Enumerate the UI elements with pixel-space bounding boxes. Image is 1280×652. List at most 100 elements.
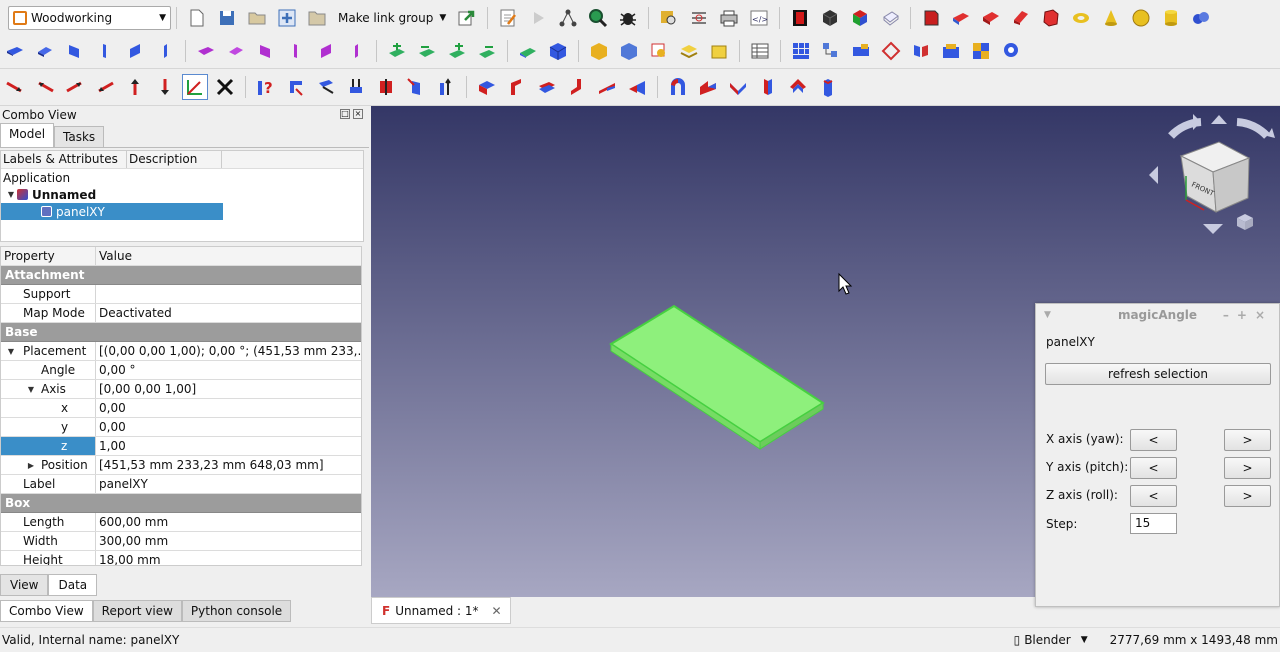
tab-report-view[interactable]: Report view xyxy=(92,600,182,622)
y-axis-prev-button[interactable]: < xyxy=(1130,457,1177,479)
truck-icon[interactable] xyxy=(849,39,873,63)
red-slab-icon[interactable] xyxy=(979,6,1003,30)
panel-stack-icon[interactable] xyxy=(535,75,559,99)
new-document-icon[interactable] xyxy=(185,6,209,30)
panel-yz-icon[interactable] xyxy=(123,39,147,63)
add-icon[interactable] xyxy=(275,6,299,30)
tab-view[interactable]: View xyxy=(0,574,49,596)
prop-label-value[interactable]: panelXY xyxy=(96,477,361,491)
expand-arrow-icon[interactable]: ▶ xyxy=(25,461,37,470)
link-icon[interactable] xyxy=(455,6,479,30)
add-shelf-3-icon[interactable] xyxy=(445,39,469,63)
angle-icon[interactable] xyxy=(182,74,208,100)
tree-icon[interactable] xyxy=(819,39,843,63)
color-panel-icon[interactable] xyxy=(788,6,812,30)
prop-row-map-mode[interactable]: Map Mode Deactivated xyxy=(1,304,361,323)
panel-zy-icon[interactable] xyxy=(153,39,177,63)
tab-tasks[interactable]: Tasks xyxy=(54,126,105,147)
copy-panel-icon[interactable] xyxy=(647,39,671,63)
magic-panel-xy-icon[interactable] xyxy=(194,39,218,63)
panel-xy-icon[interactable] xyxy=(3,39,27,63)
prop-row-x[interactable]: x 0,00 xyxy=(1,399,361,418)
move-edge-icon[interactable] xyxy=(314,75,338,99)
grid-icon[interactable] xyxy=(789,39,813,63)
prop-placement-value[interactable]: [(0,00 0,00 1,00); 0,00 °; (451,53 mm 23… xyxy=(96,344,361,358)
cut-box-icon[interactable] xyxy=(587,39,611,63)
corner-move-icon[interactable] xyxy=(284,75,308,99)
add-shelf-4-icon[interactable] xyxy=(475,39,499,63)
rotate-panel-icon[interactable] xyxy=(404,75,428,99)
arch-icon[interactable] xyxy=(666,75,690,99)
prop-header-property[interactable]: Property xyxy=(1,247,96,265)
add-shelf-icon[interactable] xyxy=(385,39,409,63)
red-block-icon[interactable] xyxy=(1039,6,1063,30)
panel-xy-3d[interactable] xyxy=(609,304,825,450)
save-icon[interactable] xyxy=(215,6,239,30)
folder-icon[interactable] xyxy=(305,6,329,30)
make-link-group-dropdown[interactable]: Make link group ▼ xyxy=(338,11,446,25)
zoom-icon[interactable] xyxy=(586,6,610,30)
flip-panel-icon[interactable] xyxy=(516,39,540,63)
magic-panel-yz-icon[interactable] xyxy=(314,39,338,63)
prop-y-value[interactable]: 0,00 xyxy=(96,420,361,434)
z-axis-prev-button[interactable]: < xyxy=(1130,485,1177,507)
step-input[interactable]: 15 xyxy=(1130,513,1177,534)
red-panel-icon[interactable] xyxy=(1009,6,1033,30)
menu-down-icon[interactable]: ▼ xyxy=(1044,310,1051,320)
prop-group-box[interactable]: Box xyxy=(1,494,361,513)
navigation-style-selector[interactable]: ▯ Blender ▼ xyxy=(1014,633,1088,647)
float-icon[interactable]: □ xyxy=(340,109,350,119)
prop-z-value[interactable]: 1,00 xyxy=(96,439,361,453)
prop-row-length[interactable]: Length 600,00 mm xyxy=(1,513,361,532)
wireframe-icon[interactable] xyxy=(878,6,902,30)
boolean-icon[interactable] xyxy=(1189,6,1213,30)
move-up-icon[interactable] xyxy=(344,75,368,99)
open-icon[interactable] xyxy=(245,6,269,30)
prop-row-label[interactable]: Label panelXY xyxy=(1,475,361,494)
arrow-down-left-icon[interactable] xyxy=(93,75,117,99)
prop-row-position[interactable]: ▶ Position [451,53 mm 233,23 mm 648,03 mm… xyxy=(1,456,361,475)
vertical-join-icon[interactable] xyxy=(756,75,780,99)
window-controls-icon[interactable]: –+× xyxy=(1223,308,1273,322)
tall-panel-icon[interactable] xyxy=(816,75,840,99)
panel-yx-icon[interactable] xyxy=(33,39,57,63)
prop-group-attachment[interactable]: Attachment xyxy=(1,266,361,285)
inspect-icon[interactable] xyxy=(657,6,681,30)
miter-icon[interactable] xyxy=(696,75,720,99)
x-axis-prev-button[interactable]: < xyxy=(1130,429,1177,451)
slant-panel-icon[interactable] xyxy=(595,75,619,99)
prop-position-value[interactable]: [451,53 mm 233,23 mm 648,03 mm] xyxy=(96,458,361,472)
magic-panel-yx-icon[interactable] xyxy=(224,39,248,63)
chevron-join-icon[interactable] xyxy=(726,75,750,99)
prop-row-z[interactable]: z 1,00 xyxy=(1,437,361,456)
workbench-selector[interactable]: Woodworking ▼ xyxy=(8,5,171,30)
document-tab[interactable]: F Unnamed : 1* ✕ xyxy=(371,597,511,624)
close-x-icon[interactable] xyxy=(213,75,237,99)
arrow-up-left-icon[interactable] xyxy=(33,75,57,99)
people-icon[interactable] xyxy=(939,39,963,63)
dark-cube-icon[interactable] xyxy=(818,6,842,30)
red-box-icon[interactable] xyxy=(919,6,943,30)
bug-icon[interactable] xyxy=(616,6,640,30)
tab-python-console[interactable]: Python console xyxy=(181,600,292,622)
prop-row-axis[interactable]: ▼ Axis [0,00 0,00 1,00] xyxy=(1,380,361,399)
torus-icon[interactable] xyxy=(1069,6,1093,30)
tree-header-labels[interactable]: Labels & Attributes xyxy=(1,151,127,168)
corner-blue-red-icon[interactable] xyxy=(475,75,499,99)
yellow-box-icon[interactable] xyxy=(707,39,731,63)
prop-mapmode-value[interactable]: Deactivated xyxy=(96,306,361,320)
prop-row-width[interactable]: Width 300,00 mm xyxy=(1,532,361,551)
prop-angle-value[interactable]: 0,00 ° xyxy=(96,363,361,377)
arrow-down-right-icon[interactable] xyxy=(3,75,27,99)
z-axis-next-button[interactable]: > xyxy=(1224,485,1271,507)
scan-icon[interactable] xyxy=(999,39,1023,63)
dependency-graph-icon[interactable] xyxy=(556,6,580,30)
tree-item-document[interactable]: ▼ Unnamed xyxy=(1,186,363,203)
magic-panel-xz-icon[interactable] xyxy=(254,39,278,63)
magic-panel-zy-icon[interactable] xyxy=(344,39,368,63)
panel-xz-icon[interactable] xyxy=(63,39,87,63)
prop-length-value[interactable]: 600,00 mm xyxy=(96,515,361,529)
prop-axis-value[interactable]: [0,00 0,00 1,00] xyxy=(96,382,361,396)
arrow-up-icon[interactable] xyxy=(123,75,147,99)
prop-width-value[interactable]: 300,00 mm xyxy=(96,534,361,548)
